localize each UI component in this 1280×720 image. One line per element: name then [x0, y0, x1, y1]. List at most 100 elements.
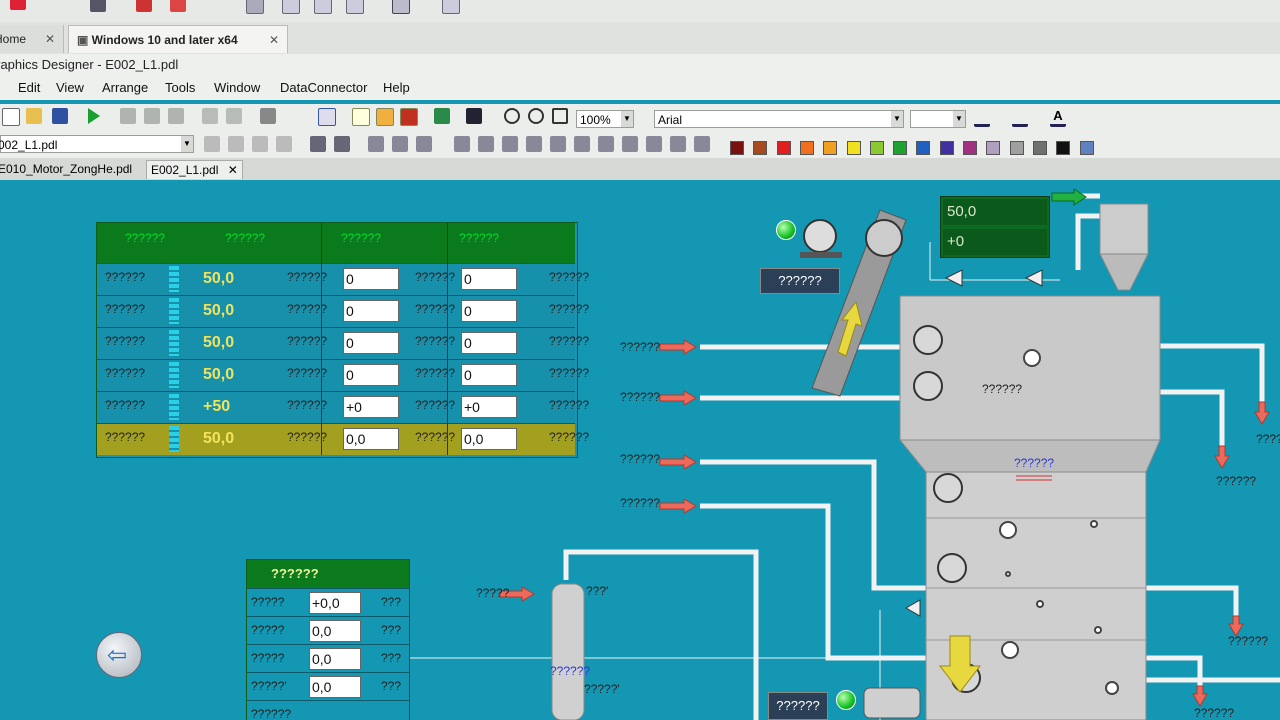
- center-icon[interactable]: [694, 136, 710, 152]
- color-swatch[interactable]: [1056, 141, 1071, 155]
- tab-windows[interactable]: ▣ Windows 10 and later x64 ✕: [68, 25, 288, 53]
- layers-icon[interactable]: [352, 108, 370, 126]
- toolbar-red-icon[interactable]: [10, 0, 26, 10]
- fill-color-icon[interactable]: [1012, 108, 1028, 127]
- align-top-icon[interactable]: [454, 136, 470, 152]
- menu-edit[interactable]: Edit: [18, 80, 40, 95]
- new-icon[interactable]: [2, 108, 20, 126]
- color-swatch[interactable]: [1009, 141, 1024, 155]
- chevron-down-icon[interactable]: ▼: [621, 111, 633, 127]
- menu-arrange[interactable]: Arrange: [102, 80, 148, 95]
- tab-home[interactable]: Home ✕: [0, 25, 64, 53]
- toolbar-layout-icon[interactable]: [246, 0, 264, 14]
- color-swatch[interactable]: [730, 141, 744, 155]
- color-swatch[interactable]: [846, 141, 861, 155]
- color-swatch[interactable]: [916, 141, 931, 155]
- color-swatch[interactable]: [1032, 141, 1047, 155]
- color-swatch[interactable]: [823, 141, 838, 155]
- toolbar-stop-icon[interactable]: [170, 0, 186, 12]
- line-color-icon[interactable]: [974, 108, 990, 127]
- paste-icon[interactable]: [168, 108, 184, 124]
- close-icon[interactable]: ✕: [228, 163, 238, 177]
- color-swatch[interactable]: [799, 141, 814, 155]
- outlet-arrow-2: [1214, 445, 1230, 469]
- save-icon[interactable]: [52, 108, 68, 124]
- zoom-in-icon[interactable]: [504, 108, 520, 124]
- motor-button[interactable]: ??????: [768, 692, 828, 720]
- color-swatch[interactable]: [753, 141, 768, 155]
- open-folder-icon[interactable]: [26, 108, 42, 124]
- toolbar-edit-icon[interactable]: [392, 0, 410, 14]
- close-icon[interactable]: ✕: [269, 26, 279, 54]
- toolbar-window-icon[interactable]: [282, 0, 300, 14]
- toolbar-copy-icon[interactable]: [314, 0, 332, 14]
- toolbar-arrow-icon[interactable]: [90, 0, 106, 12]
- zoom-fit-icon[interactable]: [552, 108, 568, 124]
- align-right-icon[interactable]: [392, 136, 408, 152]
- fit-width-icon[interactable]: [646, 136, 662, 152]
- connect-icon[interactable]: [434, 108, 450, 124]
- chevron-down-icon[interactable]: ▼: [181, 136, 193, 152]
- object-select[interactable]: E002_L1.pdl ▼: [0, 135, 194, 153]
- color-swatch[interactable]: [893, 141, 908, 155]
- copy-icon[interactable]: [144, 108, 160, 124]
- print-icon[interactable]: [260, 108, 276, 124]
- fit-height-icon[interactable]: [670, 136, 686, 152]
- redo-icon[interactable]: [226, 108, 242, 124]
- align-middle-icon[interactable]: [502, 136, 518, 152]
- motor-status-lamp: [836, 690, 856, 710]
- wand-icon[interactable]: [310, 136, 326, 152]
- graphics-canvas[interactable]: ?????? ?????? ?????? ?????? ?????? 50,0 …: [0, 180, 1280, 720]
- close-icon[interactable]: ✕: [45, 25, 55, 53]
- library-icon[interactable]: [376, 108, 394, 126]
- file-tab-motor-label: E010_Motor_ZongHe.pdl: [0, 162, 133, 176]
- color-swatch[interactable]: [939, 141, 954, 155]
- font-color-icon[interactable]: A: [1050, 108, 1066, 127]
- align-bottom-icon[interactable]: [478, 136, 494, 152]
- align-left-icon[interactable]: [368, 136, 384, 152]
- palette-icon[interactable]: [400, 108, 418, 126]
- color-swatch[interactable]: [869, 141, 884, 155]
- send-back-icon[interactable]: [228, 136, 244, 152]
- distribute-h-icon[interactable]: [526, 136, 542, 152]
- font-size-select[interactable]: ▼: [910, 110, 966, 128]
- same-height-icon[interactable]: [598, 136, 614, 152]
- chevron-down-icon[interactable]: ▼: [891, 111, 903, 127]
- menu-dataconnector[interactable]: DataConnector: [280, 80, 367, 95]
- backward-icon[interactable]: [276, 136, 292, 152]
- file-tab-motor[interactable]: E010_Motor_ZongHe.pdl: [0, 160, 136, 178]
- wand2-icon[interactable]: [334, 136, 350, 152]
- outlet-label-4: ??????: [1194, 706, 1235, 720]
- color-swatch[interactable]: [1079, 141, 1094, 155]
- same-width-icon[interactable]: [574, 136, 590, 152]
- same-size-icon[interactable]: [622, 136, 638, 152]
- menu-help[interactable]: Help: [383, 80, 410, 95]
- pump-button[interactable]: ??????: [760, 268, 840, 294]
- chevron-down-icon[interactable]: ▼: [953, 111, 965, 127]
- color-swatch[interactable]: [776, 141, 791, 155]
- zoom-select[interactable]: 100% ▼: [576, 110, 634, 128]
- help-cursor-icon[interactable]: [466, 108, 482, 124]
- flow-display-setpoint[interactable]: +0: [943, 229, 1047, 255]
- font-select[interactable]: Arial ▼: [654, 110, 904, 128]
- bring-front-icon[interactable]: [204, 136, 220, 152]
- toolbar-paste-icon[interactable]: [346, 0, 364, 14]
- flow-display-value[interactable]: 50,0: [943, 199, 1047, 225]
- toolbar-refresh-icon[interactable]: [136, 0, 152, 12]
- color-swatch[interactable]: [986, 141, 1001, 155]
- distribute-v-icon[interactable]: [550, 136, 566, 152]
- cut-icon[interactable]: [120, 108, 136, 124]
- menu-window[interactable]: Window: [214, 80, 260, 95]
- menu-view[interactable]: View: [56, 80, 84, 95]
- outlet-label-3: ??????: [1228, 634, 1269, 648]
- toolbar-export-icon[interactable]: [442, 0, 460, 14]
- zoom-out-icon[interactable]: [528, 108, 544, 124]
- run-icon[interactable]: [88, 108, 100, 124]
- align-center-icon[interactable]: [416, 136, 432, 152]
- file-tab-e002[interactable]: E002_L1.pdl ✕: [146, 160, 243, 179]
- forward-icon[interactable]: [252, 136, 268, 152]
- color-swatch[interactable]: [963, 141, 977, 155]
- grid-icon[interactable]: [318, 108, 336, 126]
- menu-tools[interactable]: Tools: [165, 80, 195, 95]
- undo-icon[interactable]: [202, 108, 218, 124]
